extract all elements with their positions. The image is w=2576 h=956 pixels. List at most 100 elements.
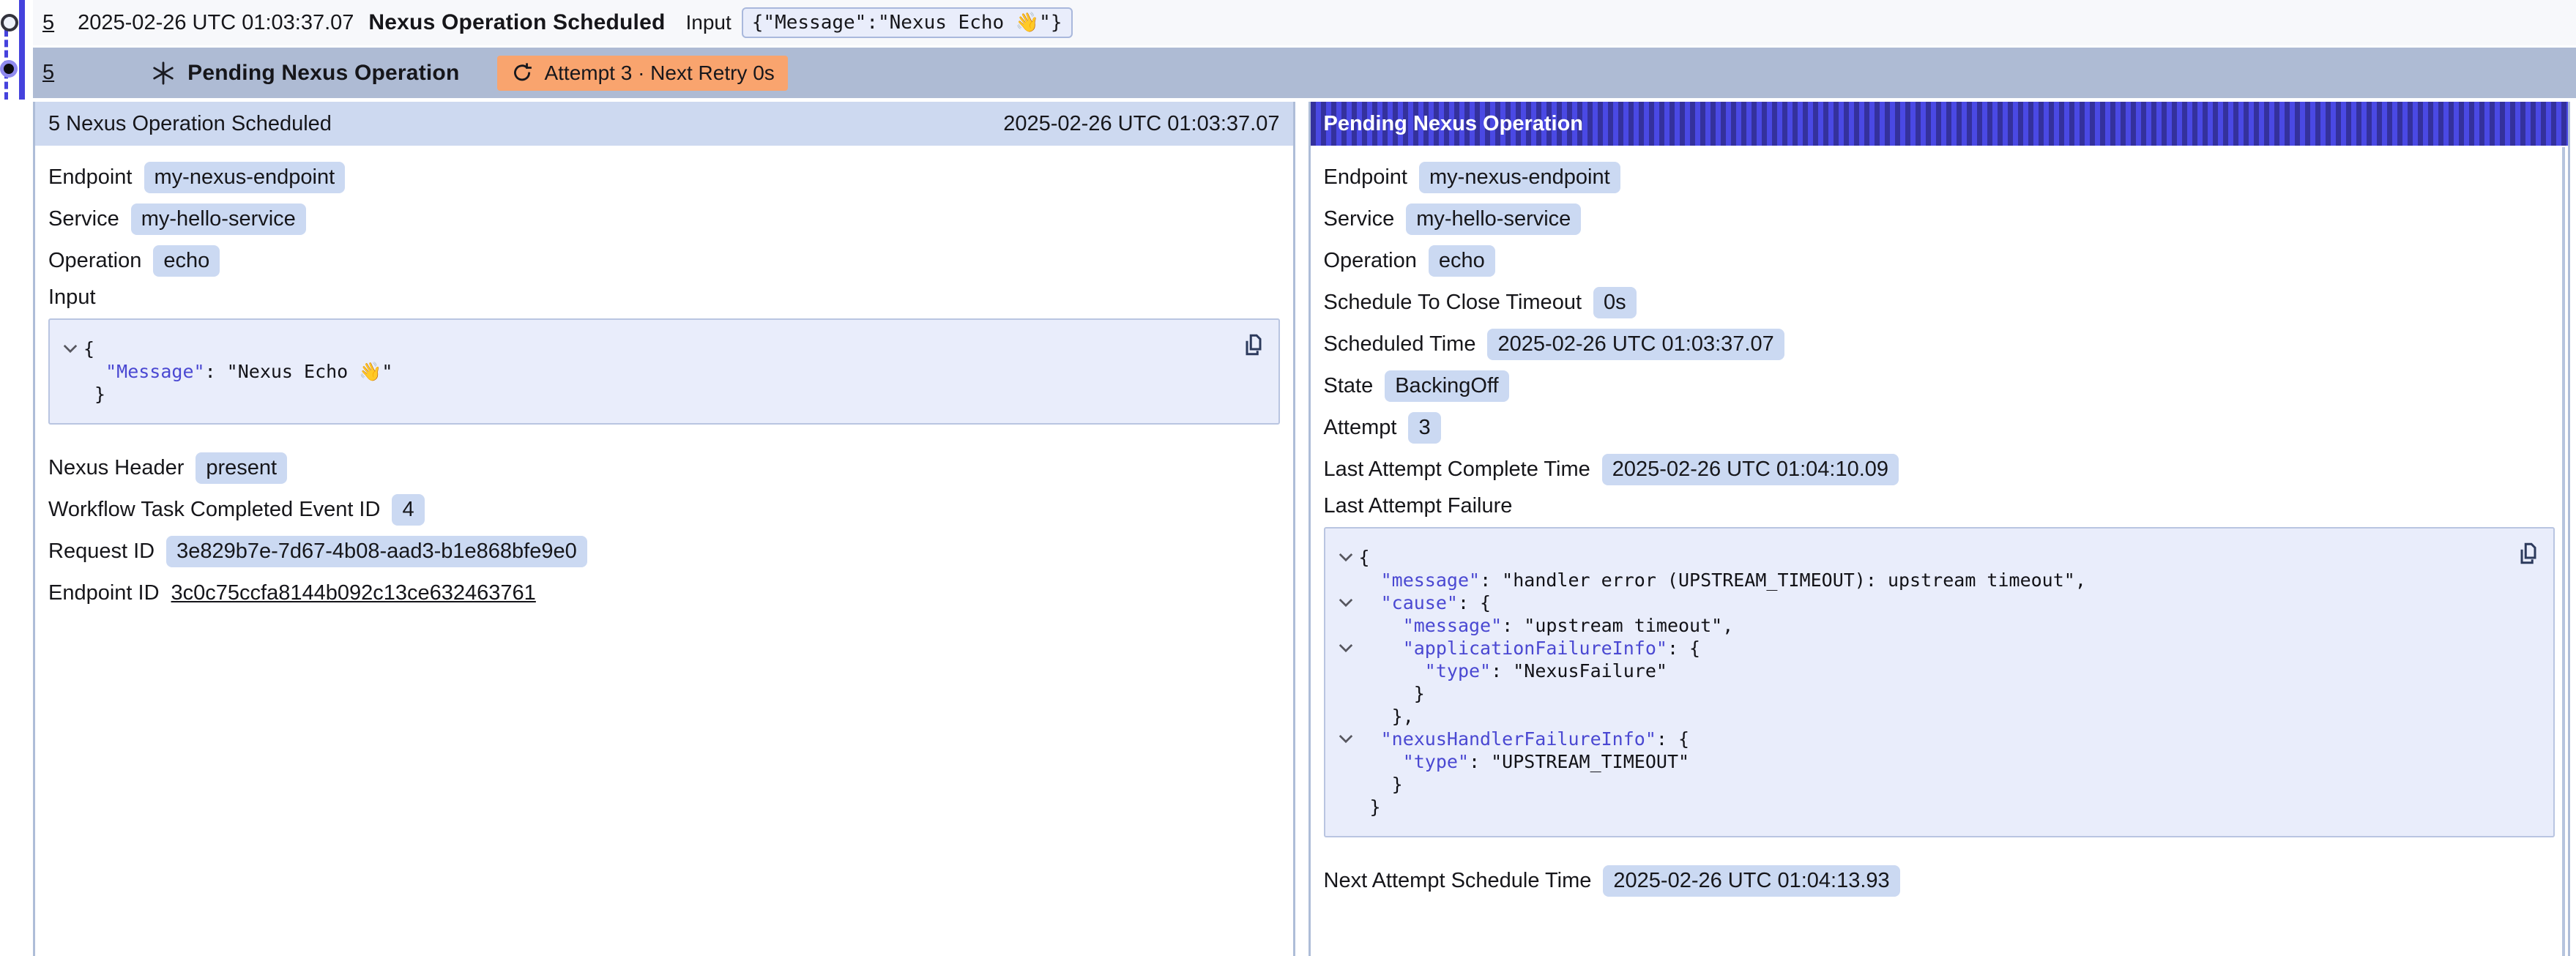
retry-status-badge: Attempt 3 · Next Retry 0s xyxy=(497,56,787,91)
field-value: my-hello-service xyxy=(1406,203,1581,235)
field-label: Request ID xyxy=(48,539,155,564)
field-label: Service xyxy=(1324,207,1395,231)
failure-json-viewer: {"message": "handler error (UPSTREAM_TIM… xyxy=(1324,527,2555,837)
field-label: Scheduled Time xyxy=(1324,332,1476,356)
copy-icon xyxy=(1240,332,1267,358)
field-label: Attempt xyxy=(1324,416,1397,440)
event-id-link[interactable]: 5 xyxy=(42,61,54,85)
field-value: 0s xyxy=(1593,287,1637,318)
field-label: Service xyxy=(48,207,119,231)
field-label: Endpoint xyxy=(48,165,133,190)
collapse-chevron-icon[interactable] xyxy=(57,337,83,354)
field-value: echo xyxy=(1429,245,1495,277)
event-title: Nexus Operation Scheduled xyxy=(368,10,665,35)
code-line: { xyxy=(57,337,1235,360)
code-line: } xyxy=(1333,682,2510,705)
scheduled-panel-time: 2025-02-26 UTC 01:03:37.07 xyxy=(1003,112,1279,136)
field-row: Endpoint my-nexus-endpoint xyxy=(48,160,1280,194)
event-history-detail-view: 5 2025-02-26 UTC 01:03:37.07 Nexus Opera… xyxy=(0,0,2576,956)
collapse-chevron-icon[interactable] xyxy=(1333,546,1359,563)
code-line: "type": "NexusFailure" xyxy=(1333,660,2510,682)
field-value: echo xyxy=(153,245,220,277)
pending-event-title: Pending Nexus Operation xyxy=(187,61,459,86)
field-row: Next Attempt Schedule Time2025-02-26 UTC… xyxy=(1324,864,2555,897)
pending-panel-title: Pending Nexus Operation xyxy=(1324,112,1584,136)
field-label: Schedule To Close Timeout xyxy=(1324,291,1582,315)
code-line: } xyxy=(57,383,1235,406)
timeline-dot-open xyxy=(1,14,18,31)
field-row: Request ID 3e829b7e-7d67-4b08-aad3-b1e868… xyxy=(48,534,1280,568)
field-label: Operation xyxy=(1324,249,1417,273)
pending-panel-body: Endpoint my-nexus-endpoint Service my-hello… xyxy=(1311,146,2569,897)
scheduled-event-panel: 5 Nexus Operation Scheduled 2025-02-26 U… xyxy=(33,102,1295,956)
code-line: "message": "handler error (UPSTREAM_TIME… xyxy=(1333,569,2510,591)
field-value: 2025-02-26 UTC 01:04:10.09 xyxy=(1602,454,1899,485)
retry-badge-label: Attempt 3 · Next Retry 0s xyxy=(544,61,774,85)
field-label: Last Attempt Complete Time xyxy=(1324,458,1590,482)
code-line: } xyxy=(1333,796,2510,818)
scheduled-panel-header: 5 Nexus Operation Scheduled 2025-02-26 U… xyxy=(35,102,1293,146)
pending-operation-panel: Pending Nexus Operation Endpoint my-nexus… xyxy=(1309,102,2571,956)
code-line: }, xyxy=(1333,705,2510,728)
event-timestamp: 2025-02-26 UTC 01:03:37.07 xyxy=(78,11,354,35)
copy-icon xyxy=(2515,540,2542,567)
copy-button[interactable] xyxy=(2515,540,2542,569)
input-json-viewer: {"Message": "Nexus Echo 👋"} xyxy=(48,318,1280,425)
code-line: "type": "UPSTREAM_TIMEOUT" xyxy=(1333,750,2510,773)
collapse-chevron-icon[interactable] xyxy=(1333,591,1359,608)
panel-scrollbar[interactable] xyxy=(2562,147,2565,956)
field-row: Workflow Task Completed Event ID 4 xyxy=(48,493,1280,526)
code-line: { xyxy=(1333,546,2510,569)
code-line: "applicationFailureInfo": { xyxy=(1333,637,2510,660)
field-value: BackingOff xyxy=(1385,370,1508,402)
collapse-chevron-icon[interactable] xyxy=(1333,637,1359,654)
field-row: Endpoint ID 3c0c75ccfa8144b092c13ce632463… xyxy=(48,576,1280,610)
field-row: Service my-hello-service xyxy=(48,202,1280,236)
input-section-label: Input xyxy=(48,285,1280,310)
event-id-link[interactable]: 5 xyxy=(42,11,54,35)
field-value: my-nexus-endpoint xyxy=(1419,162,1620,193)
code-line: "nexusHandlerFailureInfo": { xyxy=(1333,728,2510,750)
field-label: Workflow Task Completed Event ID xyxy=(48,498,380,522)
field-value: present xyxy=(196,452,287,484)
code-line: "cause": { xyxy=(1333,591,2510,614)
field-value: my-hello-service xyxy=(131,203,306,235)
field-value[interactable]: 3c0c75ccfa8144b092c13ce632463761 xyxy=(171,581,536,605)
field-label: Next Attempt Schedule Time xyxy=(1324,869,1592,893)
event-input-chip: {"Message":"Nexus Echo 👋"} xyxy=(742,7,1073,38)
field-value: 2025-02-26 UTC 01:03:37.07 xyxy=(1487,329,1784,360)
timeline-rail-bar xyxy=(19,0,25,100)
field-value: 3 xyxy=(1408,412,1440,444)
field-row: Operation echo xyxy=(1324,244,2555,277)
copy-button[interactable] xyxy=(1240,332,1267,360)
field-label: State xyxy=(1324,374,1374,398)
field-row: Operation echo xyxy=(48,244,1280,277)
field-row: State BackingOff xyxy=(1324,369,2555,403)
event-row-scheduled[interactable]: 5 2025-02-26 UTC 01:03:37.07 Nexus Opera… xyxy=(33,0,2576,45)
field-label: Endpoint ID xyxy=(48,581,160,605)
failure-section-label: Last Attempt Failure xyxy=(1324,494,2555,518)
timeline-dot-current xyxy=(0,60,18,78)
field-label: Endpoint xyxy=(1324,165,1408,190)
event-row-pending[interactable]: 5 Pending Nexus Operation Attempt 3 · Ne… xyxy=(33,48,2576,98)
pending-panel-header: Pending Nexus Operation xyxy=(1311,102,2569,146)
field-row: Scheduled Time 2025-02-26 UTC 01:03:37.07 xyxy=(1324,327,2555,361)
collapse-chevron-icon[interactable] xyxy=(1333,728,1359,744)
field-label: Nexus Header xyxy=(48,456,184,480)
code-line: "Message": "Nexus Echo 👋" xyxy=(57,360,1235,383)
event-detail-label: Input xyxy=(686,11,732,34)
field-label: Operation xyxy=(48,249,141,273)
field-row: Service my-hello-service xyxy=(1324,202,2555,236)
pending-asterisk-icon xyxy=(151,61,176,86)
field-row: Endpoint my-nexus-endpoint xyxy=(1324,160,2555,194)
field-value: 4 xyxy=(392,494,424,526)
code-line: "message": "upstream timeout", xyxy=(1333,614,2510,637)
field-value: 3e829b7e-7d67-4b08-aad3-b1e868bfe9e0 xyxy=(166,536,587,567)
field-row: Attempt 3 xyxy=(1324,411,2555,444)
detail-panels: 5 Nexus Operation Scheduled 2025-02-26 U… xyxy=(33,102,2570,956)
scheduled-panel-body: Endpoint my-nexus-endpoint Service my-hello… xyxy=(35,146,1293,610)
field-row: Nexus Header present xyxy=(48,451,1280,485)
field-row: Last Attempt Complete Time 2025-02-26 UTC… xyxy=(1324,452,2555,486)
field-value: my-nexus-endpoint xyxy=(144,162,346,193)
code-line: } xyxy=(1333,773,2510,796)
